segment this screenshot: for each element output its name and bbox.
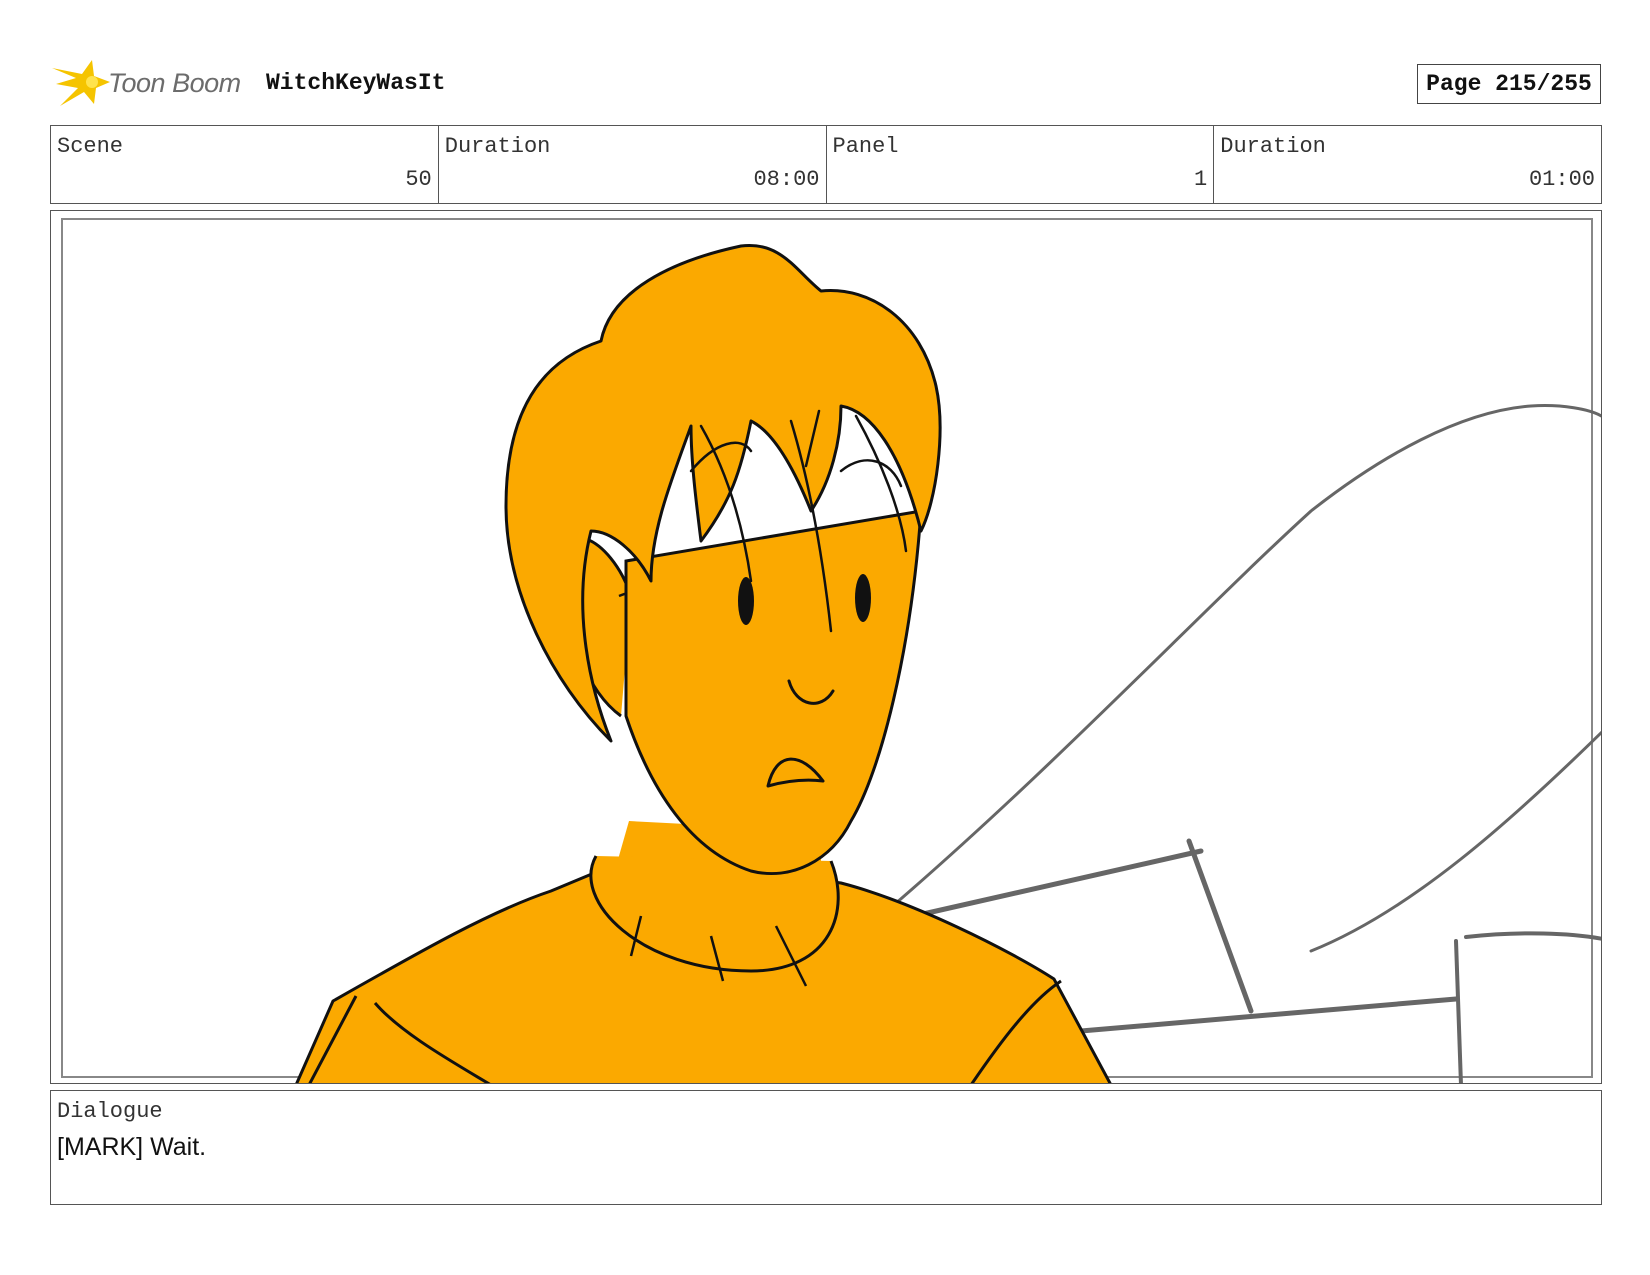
starburst-icon (52, 60, 110, 106)
panel-label: Panel (832, 134, 899, 159)
panel-drawing (61, 218, 1601, 1083)
dialogue-box: Dialogue [MARK] Wait. (50, 1090, 1602, 1205)
scene-duration-cell: Duration 08:00 (437, 126, 826, 203)
scene-cell: Scene 50 (51, 126, 438, 203)
logo-wordmark: Toon Boom (108, 68, 241, 98)
page-indicator: Page 215/255 (1417, 64, 1601, 104)
panel-duration-cell: Duration 01:00 (1213, 126, 1601, 203)
character-mark (295, 243, 1112, 1083)
project-title: WitchKeyWasIt (266, 70, 446, 96)
scene-label: Scene (57, 134, 124, 159)
panel-cell: Panel 1 (825, 126, 1214, 203)
panel-duration-label: Duration (1220, 134, 1326, 159)
dialogue-text: [MARK] Wait. (57, 1133, 207, 1161)
toon-boom-logo: Toon Boom (52, 58, 252, 110)
scene-info-row: Scene 50 Duration 08:00 Panel 1 Duration… (50, 125, 1602, 204)
storyboard-panel (50, 210, 1602, 1084)
scene-duration-value: 08:00 (753, 167, 820, 192)
scene-duration-label: Duration (444, 134, 551, 159)
scene-value: 50 (405, 167, 432, 192)
panel-value: 1 (1194, 167, 1208, 192)
dialogue-label: Dialogue (57, 1099, 163, 1124)
panel-duration-value: 01:00 (1528, 167, 1595, 192)
